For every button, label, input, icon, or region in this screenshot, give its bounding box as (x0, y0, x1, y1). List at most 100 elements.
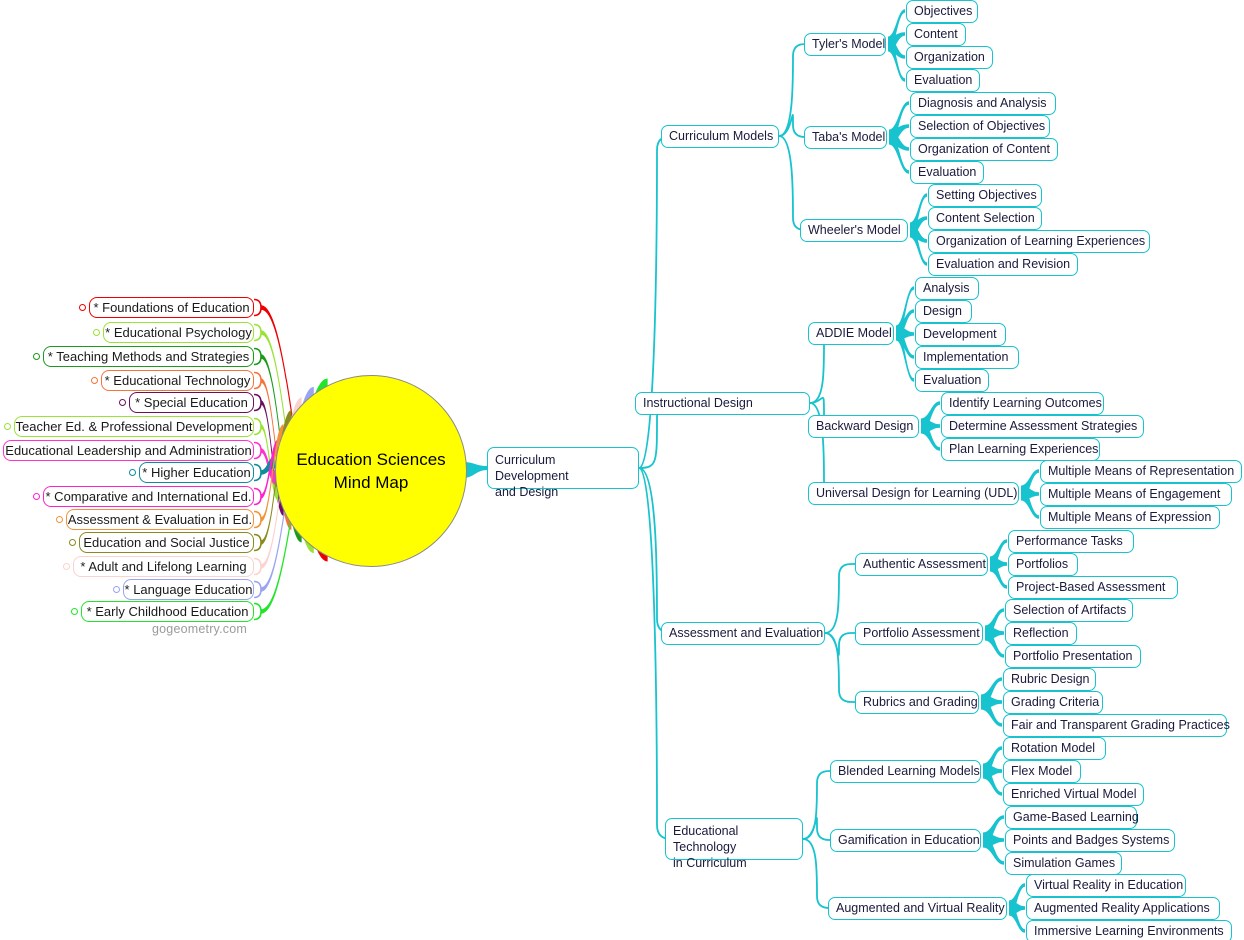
sub-branch-tyler-s-model[interactable]: Tyler's Model (804, 33, 886, 56)
left-branch-teaching-methods-and-strategies[interactable]: * Teaching Methods and Strategies (43, 346, 254, 367)
sub-branch-backward-design[interactable]: Backward Design (808, 415, 919, 438)
leaf-multiple-means-of-engagement[interactable]: Multiple Means of Engagement (1040, 483, 1232, 506)
node-label: Project-Based Assessment (1016, 580, 1166, 594)
branch-assessment-and-evaluation[interactable]: Assessment and Evaluation (661, 622, 825, 645)
leaf-analysis[interactable]: Analysis (915, 277, 979, 300)
sub-branch-gamification-in-education[interactable]: Gamification in Education (830, 829, 981, 852)
leaf-organization-of-learning-experiences[interactable]: Organization of Learning Experiences (928, 230, 1150, 253)
leaf-evaluation[interactable]: Evaluation (910, 161, 984, 184)
node-label: * Adult and Lifelong Learning (80, 558, 247, 574)
sub-branch-universal-design-for-learning-udl[interactable]: Universal Design for Learning (UDL) (808, 482, 1019, 505)
leaf-portfolios[interactable]: Portfolios (1008, 553, 1078, 576)
leaf-setting-objectives[interactable]: Setting Objectives (928, 184, 1042, 207)
branch-curriculum-models[interactable]: Curriculum Models (661, 125, 779, 148)
collapse-toggle-early-childhood-education[interactable] (71, 608, 78, 615)
node-label: Multiple Means of Expression (1048, 510, 1212, 524)
leaf-augmented-reality-applications[interactable]: Augmented Reality Applications (1026, 897, 1220, 920)
leaf-evaluation-and-revision[interactable]: Evaluation and Revision (928, 253, 1078, 276)
leaf-portfolio-presentation[interactable]: Portfolio Presentation (1005, 645, 1141, 668)
left-branch-adult-and-lifelong-learning[interactable]: * Adult and Lifelong Learning (73, 556, 254, 577)
left-branch-early-childhood-education[interactable]: * Early Childhood Education (81, 601, 254, 622)
collapse-toggle-higher-education[interactable] (129, 469, 136, 476)
center-node-education-sciences-mind-map[interactable]: Education Sciences Mind Map (275, 375, 467, 567)
leaf-project-based-assessment[interactable]: Project-Based Assessment (1008, 576, 1178, 599)
node-label: Fair and Transparent Grading Practices (1011, 718, 1230, 732)
leaf-identify-learning-outcomes[interactable]: Identify Learning Outcomes (941, 392, 1104, 415)
node-label: Rubric Design (1011, 672, 1090, 686)
leaf-multiple-means-of-expression[interactable]: Multiple Means of Expression (1040, 506, 1220, 529)
leaf-immersive-learning-environments[interactable]: Immersive Learning Environments (1026, 920, 1232, 940)
left-branch-higher-education[interactable]: * Higher Education (139, 462, 254, 483)
main-branch-curriculum-development-and-design[interactable]: Curriculum Development and Design (487, 447, 639, 499)
sub-branch-taba-s-model[interactable]: Taba's Model (804, 126, 887, 149)
leaf-content[interactable]: Content (906, 23, 966, 46)
leaf-content-selection[interactable]: Content Selection (928, 207, 1042, 230)
leaf-fair-and-transparent-grading-practices[interactable]: Fair and Transparent Grading Practices (1003, 714, 1230, 737)
left-branch-language-education[interactable]: * Language Education (123, 579, 254, 600)
leaf-game-based-learning[interactable]: Game-Based Learning (1005, 806, 1139, 829)
leaf-enriched-virtual-model[interactable]: Enriched Virtual Model (1003, 783, 1144, 806)
leaf-flex-model[interactable]: Flex Model (1003, 760, 1081, 783)
left-branch-special-education[interactable]: * Special Education (129, 392, 254, 413)
leaf-evaluation[interactable]: Evaluation (906, 69, 980, 92)
collapse-toggle-teaching-methods-and-strategies[interactable] (33, 353, 40, 360)
collapse-toggle-language-education[interactable] (113, 586, 120, 593)
left-branch-educational-psychology[interactable]: * Educational Psychology (103, 322, 254, 343)
collapse-toggle-teacher-ed-professional-development[interactable] (4, 423, 11, 430)
node-label: Selection of Objectives (918, 119, 1046, 133)
node-label: Multiple Means of Engagement (1048, 487, 1221, 501)
sub-branch-augmented-and-virtual-reality[interactable]: Augmented and Virtual Reality (828, 897, 1007, 920)
left-branch-educational-technology[interactable]: * Educational Technology (101, 370, 254, 391)
collapse-toggle-special-education[interactable] (119, 399, 126, 406)
leaf-multiple-means-of-representation[interactable]: Multiple Means of Representation (1040, 460, 1242, 483)
left-branch-teacher-ed-professional-development[interactable]: Teacher Ed. & Professional Development (14, 416, 254, 437)
leaf-grading-criteria[interactable]: Grading Criteria (1003, 691, 1103, 714)
node-label: Educational Leadership and Administratio… (5, 442, 252, 458)
leaf-objectives[interactable]: Objectives (906, 0, 978, 23)
collapse-toggle-foundations-of-education[interactable] (79, 304, 86, 311)
sub-branch-portfolio-assessment[interactable]: Portfolio Assessment (855, 622, 983, 645)
branch-instructional-design[interactable]: Instructional Design (635, 392, 810, 415)
node-label: Simulation Games (1013, 856, 1116, 870)
leaf-performance-tasks[interactable]: Performance Tasks (1008, 530, 1134, 553)
sub-branch-blended-learning-models[interactable]: Blended Learning Models (830, 760, 981, 783)
collapse-toggle-education-and-social-justice[interactable] (69, 539, 76, 546)
left-branch-foundations-of-education[interactable]: * Foundations of Education (89, 297, 254, 318)
leaf-development[interactable]: Development (915, 323, 1006, 346)
sub-branch-addie-model[interactable]: ADDIE Model (808, 322, 894, 345)
left-branch-assessment-evaluation-in-ed[interactable]: Assessment & Evaluation in Ed. (66, 509, 254, 530)
leaf-reflection[interactable]: Reflection (1005, 622, 1077, 645)
node-label: Evaluation (914, 73, 973, 87)
branch-educational-technology-in-curriculum[interactable]: Educational Technology in Curriculum (665, 818, 803, 870)
sub-branch-rubrics-and-grading[interactable]: Rubrics and Grading (855, 691, 979, 714)
leaf-rotation-model[interactable]: Rotation Model (1003, 737, 1106, 760)
leaf-determine-assessment-strategies[interactable]: Determine Assessment Strategies (941, 415, 1144, 438)
leaf-simulation-games[interactable]: Simulation Games (1005, 852, 1122, 875)
collapse-toggle-adult-and-lifelong-learning[interactable] (63, 563, 70, 570)
collapse-toggle-educational-technology[interactable] (91, 377, 98, 384)
leaf-selection-of-objectives[interactable]: Selection of Objectives (910, 115, 1050, 138)
leaf-diagnosis-and-analysis[interactable]: Diagnosis and Analysis (910, 92, 1056, 115)
leaf-points-and-badges-systems[interactable]: Points and Badges Systems (1005, 829, 1175, 852)
leaf-rubric-design[interactable]: Rubric Design (1003, 668, 1096, 691)
sub-branch-authentic-assessment[interactable]: Authentic Assessment (855, 553, 988, 576)
collapse-toggle-educational-psychology[interactable] (93, 329, 100, 336)
leaf-selection-of-artifacts[interactable]: Selection of Artifacts (1005, 599, 1133, 622)
node-label-line2: and Design (495, 485, 559, 499)
left-branch-educational-leadership-and-administration[interactable]: Educational Leadership and Administratio… (3, 440, 254, 461)
leaf-implementation[interactable]: Implementation (915, 346, 1019, 369)
leaf-virtual-reality-in-education[interactable]: Virtual Reality in Education (1026, 874, 1186, 897)
leaf-plan-learning-experiences[interactable]: Plan Learning Experiences (941, 438, 1100, 461)
node-label: Universal Design for Learning (UDL) (816, 486, 1018, 500)
leaf-design[interactable]: Design (915, 300, 972, 323)
leaf-evaluation[interactable]: Evaluation (915, 369, 989, 392)
sub-branch-wheeler-s-model[interactable]: Wheeler's Model (800, 219, 908, 242)
left-branch-comparative-and-international-ed[interactable]: * Comparative and International Ed. (43, 486, 254, 507)
node-label: Backward Design (816, 419, 914, 433)
left-branch-education-and-social-justice[interactable]: Education and Social Justice (79, 532, 254, 553)
leaf-organization[interactable]: Organization (906, 46, 993, 69)
collapse-toggle-comparative-and-international-ed[interactable] (33, 493, 40, 500)
node-label: Design (923, 304, 962, 318)
leaf-organization-of-content[interactable]: Organization of Content (910, 138, 1058, 161)
collapse-toggle-assessment-evaluation-in-ed[interactable] (56, 516, 63, 523)
